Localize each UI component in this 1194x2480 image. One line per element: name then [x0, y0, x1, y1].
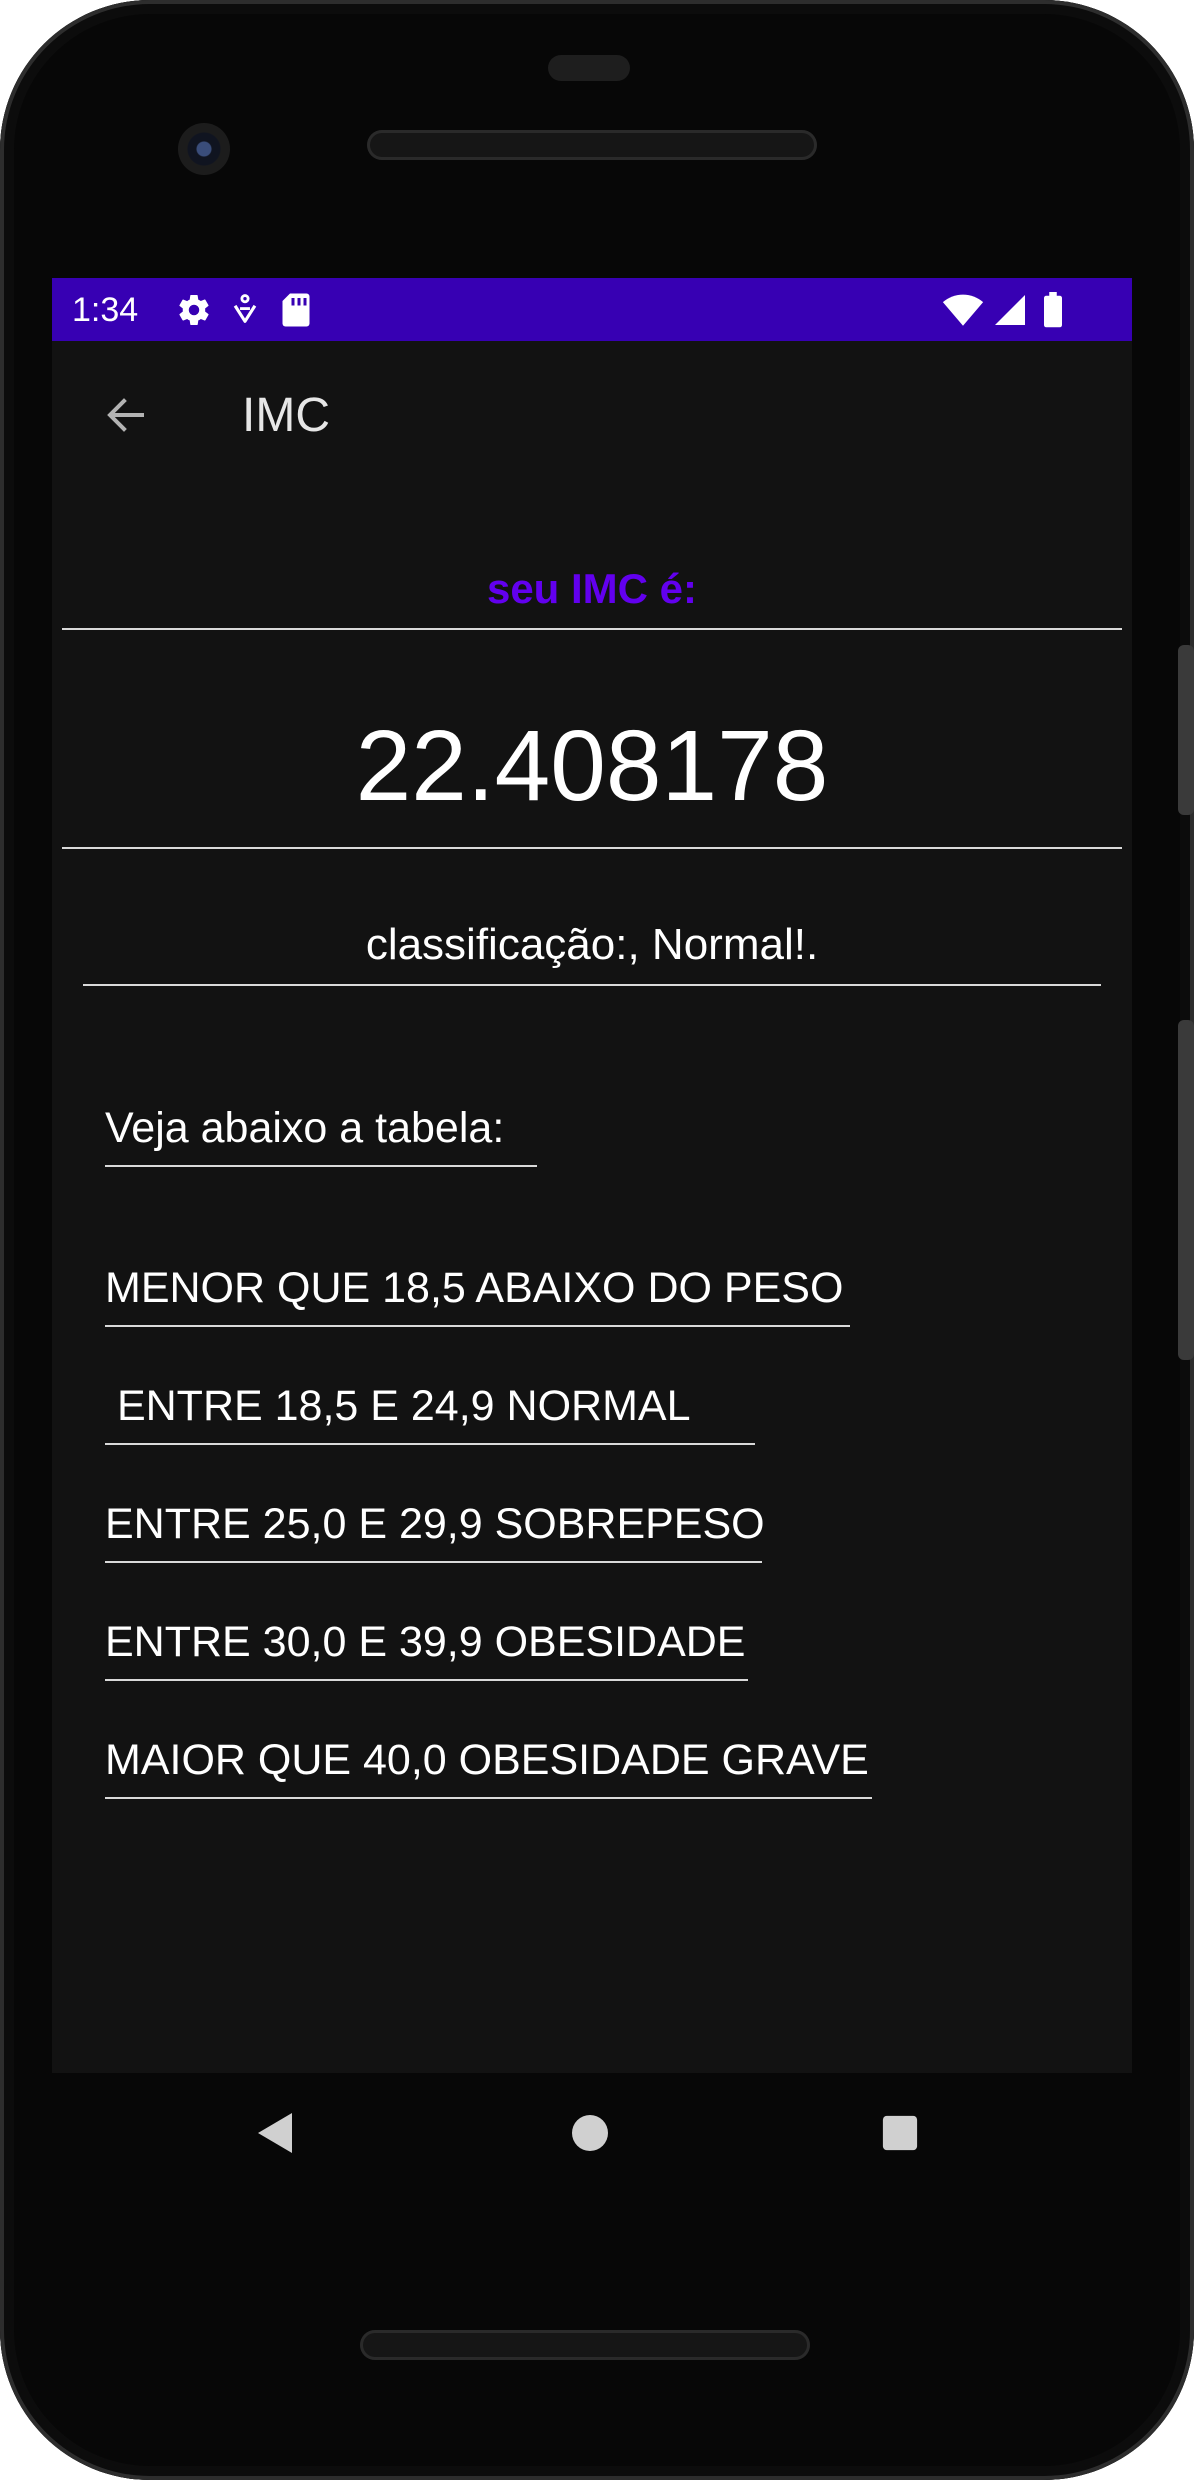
accessibility-icon	[233, 294, 257, 323]
bottom-speaker-grille	[360, 2330, 810, 2360]
screen: 1:34 IMC seu IMC é: 22.408178 classifica…	[52, 278, 1132, 2073]
table-row-underline	[105, 1561, 762, 1563]
classification-text: classificação:, Normal!.	[365, 920, 819, 969]
table-row-normal: ENTRE 18,5 E 24,9 NORMAL	[105, 1382, 691, 1430]
earpiece-slot	[548, 55, 630, 81]
table-row-underline	[105, 1797, 872, 1799]
table-heading: Veja abaixo a tabela:	[105, 1104, 505, 1152]
arrow-back-icon[interactable]	[102, 391, 150, 439]
imc-label-divider	[62, 628, 1122, 630]
table-row-underline	[105, 1679, 748, 1681]
table-row-underline	[105, 1325, 850, 1327]
imc-value-divider	[62, 847, 1122, 849]
recents-square-icon[interactable]	[881, 2114, 919, 2152]
back-triangle-icon[interactable]	[256, 2111, 296, 2155]
signal-icon	[995, 295, 1025, 325]
volume-button	[1178, 1020, 1194, 1360]
classification-divider	[83, 984, 1101, 986]
wifi-icon	[942, 294, 984, 326]
imc-label: seu IMC é:	[486, 565, 698, 612]
app-bar: IMC	[52, 341, 1132, 488]
power-button	[1178, 645, 1194, 815]
battery-icon	[1044, 292, 1062, 328]
table-heading-underline	[105, 1165, 537, 1167]
imc-value: 22.408178	[355, 710, 829, 822]
status-time: 1:34	[72, 291, 139, 329]
front-camera	[178, 123, 230, 175]
navigation-bar	[52, 2073, 1132, 2199]
status-bar: 1:34	[52, 278, 1132, 341]
table-row-underline	[105, 1443, 755, 1445]
app-title: IMC	[242, 389, 330, 442]
table-row-severe-obesity: MAIOR QUE 40,0 OBESIDADE GRAVE	[105, 1736, 869, 1784]
table-row-overweight: ENTRE 25,0 E 29,9 SOBREPESO	[105, 1500, 765, 1548]
phone-frame: 1:34 IMC seu IMC é: 22.408178 classifica…	[0, 0, 1194, 2480]
top-speaker-grille	[367, 130, 817, 160]
settings-icon	[179, 295, 209, 326]
home-circle-icon[interactable]	[570, 2113, 610, 2153]
sd-card-icon	[282, 293, 310, 327]
table-row-underweight: MENOR QUE 18,5 ABAIXO DO PESO	[105, 1264, 844, 1312]
table-row-obesity: ENTRE 30,0 E 39,9 OBESIDADE	[105, 1618, 746, 1666]
